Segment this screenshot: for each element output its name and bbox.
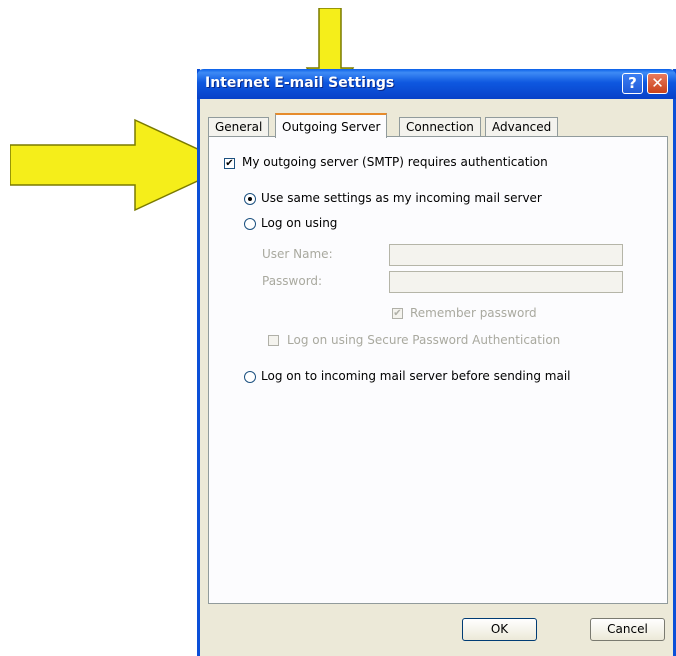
ok-button[interactable]: OK <box>462 618 537 641</box>
log-on-incoming-label: Log on to incoming mail server before se… <box>261 369 571 383</box>
same-settings-radio[interactable] <box>244 193 256 205</box>
smtp-auth-label: My outgoing server (SMTP) requires authe… <box>242 155 548 169</box>
tab-advanced[interactable]: Advanced <box>485 117 559 136</box>
user-name-label: User Name: <box>262 247 333 261</box>
tab-outgoing-server[interactable]: Outgoing Server <box>275 113 388 138</box>
internet-email-settings-dialog: Internet E-mail Settings ? ✕ General Out… <box>197 69 676 656</box>
tab-connection[interactable]: Connection <box>399 117 481 136</box>
log-on-incoming-radio[interactable] <box>244 371 256 383</box>
password-label: Password: <box>262 274 323 288</box>
password-field[interactable] <box>389 271 623 293</box>
remember-password-label: Remember password <box>410 306 537 320</box>
spa-label: Log on using Secure Password Authenticat… <box>287 333 561 347</box>
log-on-using-label: Log on using <box>261 216 338 230</box>
smtp-auth-checkbox[interactable]: ✔ <box>224 158 235 169</box>
cancel-button[interactable]: Cancel <box>590 618 665 641</box>
help-icon[interactable]: ? <box>622 73 643 94</box>
outgoing-server-panel: ✔ My outgoing server (SMTP) requires aut… <box>208 136 668 604</box>
spa-checkbox[interactable] <box>268 335 279 346</box>
same-settings-label: Use same settings as my incoming mail se… <box>261 191 542 205</box>
tab-general[interactable]: General <box>208 117 270 136</box>
user-name-field[interactable] <box>389 244 623 266</box>
remember-password-checkbox[interactable]: ✔ <box>392 308 403 319</box>
close-icon[interactable]: ✕ <box>647 73 668 94</box>
log-on-using-radio[interactable] <box>244 218 256 230</box>
dialog-title: Internet E-mail Settings <box>205 75 395 91</box>
title-bar[interactable]: Internet E-mail Settings ? ✕ <box>197 69 676 99</box>
